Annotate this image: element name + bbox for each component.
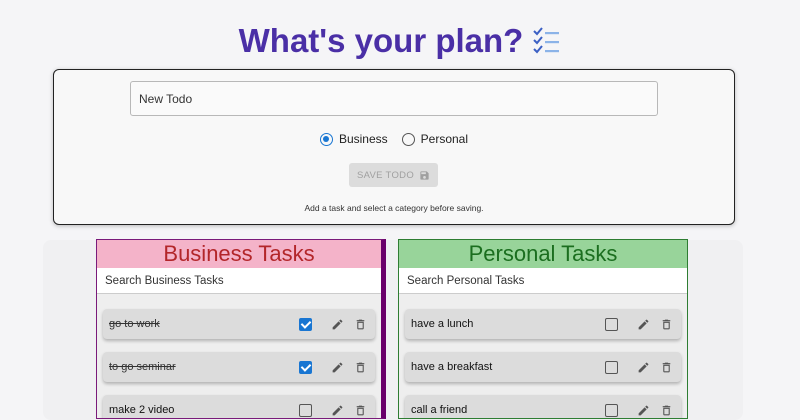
- checklist-icon: [531, 26, 561, 56]
- task-item: call a friend: [405, 395, 681, 418]
- task-text: to go seminar: [109, 361, 176, 373]
- delete-icon[interactable]: [660, 404, 673, 417]
- task-item: have a lunch: [405, 309, 681, 339]
- personal-search-input[interactable]: [399, 268, 687, 294]
- radio-business[interactable]: Business: [319, 132, 388, 146]
- task-text: have a lunch: [411, 318, 474, 330]
- task-item: make 2 video: [103, 395, 375, 418]
- task-item: have a breakfast: [405, 352, 681, 382]
- edit-icon[interactable]: [637, 318, 650, 331]
- save-todo-button[interactable]: SAVE TODO: [349, 163, 438, 187]
- radio-personal[interactable]: Personal: [401, 132, 469, 146]
- delete-icon[interactable]: [354, 361, 367, 374]
- business-column: Business Tasks go to work to go seminar …: [96, 239, 386, 419]
- business-column-title: Business Tasks: [97, 240, 381, 268]
- business-search-input[interactable]: [97, 268, 381, 294]
- personal-task-list: have a lunch have a breakfast call a fri…: [399, 294, 687, 418]
- radio-business-label: Business: [338, 132, 388, 146]
- new-todo-form: Business Personal SAVE TODO Add a task a…: [53, 69, 735, 225]
- task-text: make 2 video: [109, 404, 175, 416]
- checkbox-checked-icon[interactable]: [299, 317, 312, 331]
- task-item: to go seminar: [103, 352, 375, 382]
- personal-column: Personal Tasks have a lunch have a break…: [398, 239, 688, 419]
- personal-column-title: Personal Tasks: [399, 240, 687, 268]
- task-item: go to work: [103, 309, 375, 339]
- task-text: have a breakfast: [411, 361, 493, 373]
- checkbox-unchecked-icon[interactable]: [605, 403, 618, 417]
- delete-icon[interactable]: [660, 318, 673, 331]
- checkbox-checked-icon[interactable]: [299, 360, 312, 374]
- edit-icon[interactable]: [637, 361, 650, 374]
- task-text: call a friend: [411, 404, 468, 416]
- save-icon: [420, 170, 429, 180]
- delete-icon[interactable]: [660, 361, 673, 374]
- checkbox-unchecked-icon[interactable]: [605, 317, 618, 331]
- checkbox-unchecked-icon[interactable]: [299, 403, 312, 417]
- radio-checked-icon[interactable]: [319, 132, 333, 146]
- delete-icon[interactable]: [354, 404, 367, 417]
- page-title: What's your plan?: [238, 22, 524, 59]
- new-todo-input[interactable]: [130, 81, 658, 116]
- page-header: What's your plan?: [0, 22, 800, 60]
- edit-icon[interactable]: [331, 404, 344, 417]
- edit-icon[interactable]: [331, 361, 344, 374]
- radio-unchecked-icon[interactable]: [401, 132, 415, 146]
- business-task-list: go to work to go seminar make 2 video: [97, 294, 381, 418]
- save-todo-label: SAVE TODO: [356, 169, 415, 181]
- helper-text: Add a task and select a category before …: [304, 203, 484, 213]
- delete-icon[interactable]: [354, 318, 367, 331]
- task-text: go to work: [109, 318, 160, 330]
- radio-personal-label: Personal: [420, 132, 469, 146]
- checkbox-unchecked-icon[interactable]: [605, 360, 618, 374]
- edit-icon[interactable]: [637, 404, 650, 417]
- edit-icon[interactable]: [331, 318, 344, 331]
- category-radio-group: Business Personal: [54, 132, 734, 146]
